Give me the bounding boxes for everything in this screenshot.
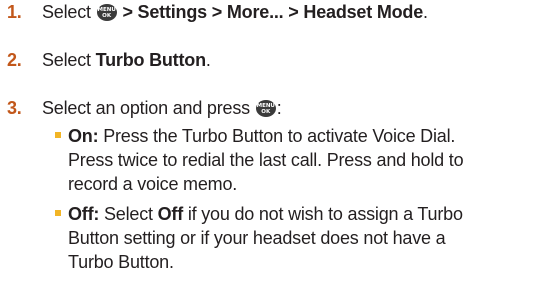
step-text: Select an option and press MENU OK: (42, 98, 282, 118)
option-off: Off: Select Off if you do not wish to as… (55, 202, 463, 274)
menu-ok-key-icon: MENU OK (96, 4, 117, 21)
step-text: Select MENU OK > Settings > More... > Hea… (42, 2, 428, 22)
step-number: 2. (7, 50, 22, 70)
option-label: Off: (68, 204, 100, 224)
instruction-page: 1. Select MENU OK > Settings > More... > … (0, 0, 555, 282)
menu-item-name: Turbo Button (95, 50, 206, 70)
step-number: 1. (7, 2, 22, 22)
step-number: 3. (7, 98, 22, 118)
option-on: On: Press the Turbo Button to activate V… (55, 124, 464, 196)
menu-path: > Settings > More... > Headset Mode (117, 2, 424, 22)
menu-ok-key-icon: MENU OK (255, 100, 276, 117)
step-text: Select Turbo Button. (42, 50, 211, 70)
option-label: On: (68, 126, 99, 146)
bullet-icon (55, 132, 61, 138)
bullet-icon (55, 210, 61, 216)
